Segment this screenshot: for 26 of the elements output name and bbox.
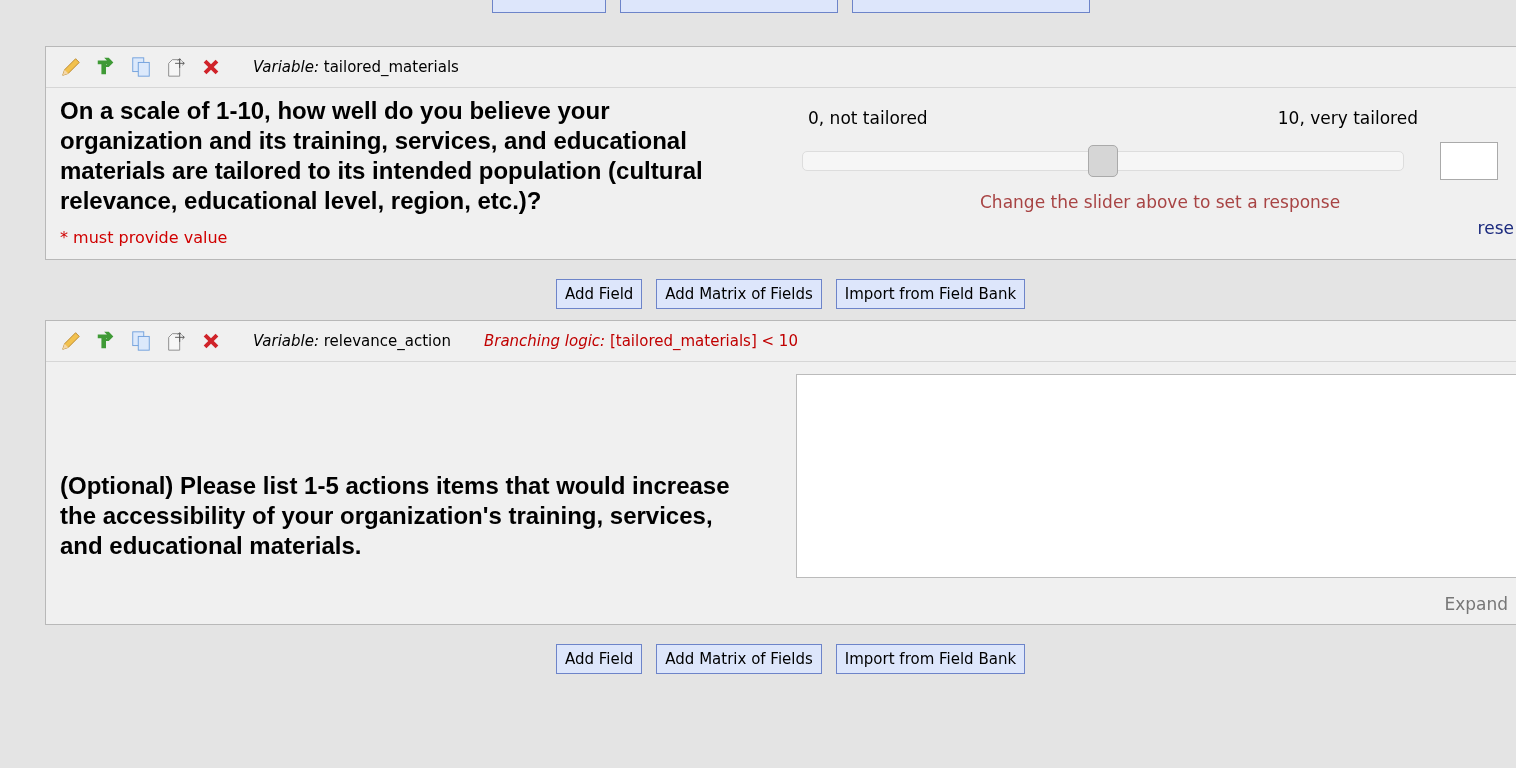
add-button[interactable]: Add Matrix of Fields	[656, 644, 822, 674]
copy-icon[interactable]	[130, 330, 152, 352]
expand-link[interactable]: Expand	[1444, 594, 1508, 614]
copy-icon[interactable]	[130, 56, 152, 78]
reset-link[interactable]: rese	[1477, 218, 1514, 238]
add-button[interactable]: Import from Field Bank	[835, 644, 1026, 674]
required-note: * must provide value	[60, 228, 229, 247]
question-text: On a scale of 1-10, how well do you believe your organization and its training, services, and educational materials are tailored to its intended population (cultural relevance, educational level, region, etc.)?	[60, 96, 704, 216]
slider-max-label: 10, very tailored	[1277, 108, 1418, 128]
add-button[interactable]: Add Field	[555, 644, 643, 674]
pencil-icon[interactable]	[60, 56, 82, 78]
slider-min-label: 0, not tailored	[808, 108, 928, 128]
variable-name: Variable: relevance_action	[253, 332, 451, 350]
add-button[interactable]: Add Matrix of Fields	[656, 279, 822, 309]
move-icon[interactable]	[165, 56, 187, 78]
variable-name: Variable: tailored_materials	[253, 58, 459, 76]
question-text: (Optional) Please list 1-5 actions items that would increase the accessibility of your organization's training, services, and educational materials.	[60, 471, 730, 561]
slider-hint: Change the slider above to set a response	[979, 192, 1342, 212]
move-icon[interactable]	[165, 330, 187, 352]
pencil-icon[interactable]	[60, 330, 82, 352]
add-button[interactable]: Add Field	[555, 279, 643, 309]
value-input[interactable]	[1440, 142, 1498, 180]
branching-logic: Branching logic: [tailored_materials] < 10	[483, 332, 798, 350]
add-button[interactable]: Import from Field Bank	[835, 279, 1026, 309]
slider-track[interactable]	[802, 145, 1404, 177]
slider-thumb[interactable]	[1088, 145, 1118, 177]
